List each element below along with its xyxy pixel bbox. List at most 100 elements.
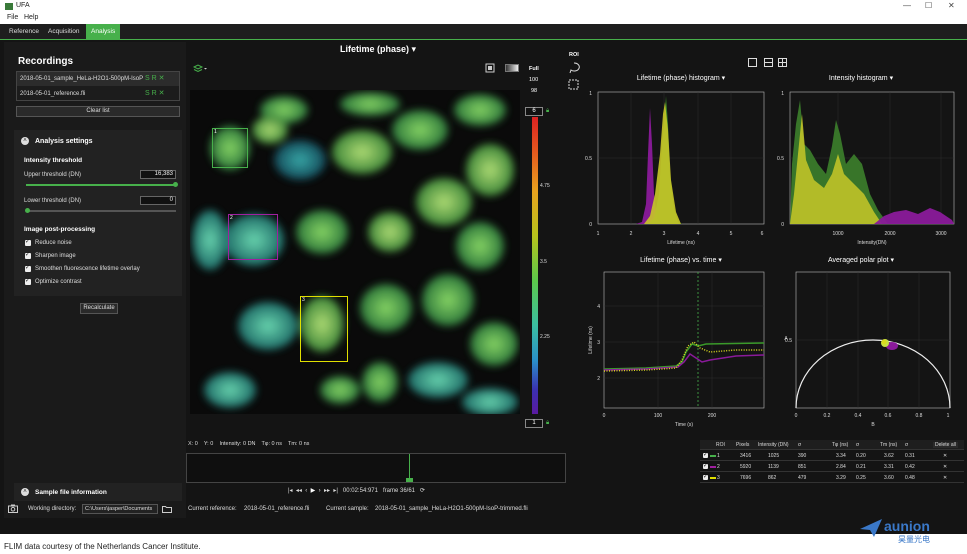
page-footer: FLIM data courtesy of the Netherlands Ca… <box>0 518 967 554</box>
readout-y: 0 <box>210 441 214 447</box>
table-header: ROI Pixels Intensity (DN) σ Tφ (ns) σ Tm… <box>700 440 964 450</box>
slider-handle[interactable] <box>173 182 178 187</box>
current-sample-label: Current sample: <box>326 506 369 512</box>
slider-handle[interactable] <box>25 208 30 213</box>
tab-analysis[interactable]: Analysis <box>86 24 121 40</box>
delete-roi-icon[interactable]: ✕ <box>943 453 947 459</box>
roi-tm-sigma: 0.48 <box>905 475 915 481</box>
roi-1-box[interactable]: 1 <box>212 128 248 168</box>
lock-icon[interactable]: 🔒︎ <box>546 108 549 115</box>
recording-actions[interactable]: S R ✕ <box>145 74 164 82</box>
minimize-button[interactable]: — <box>903 1 911 10</box>
lifetime-vs-time-title[interactable]: Lifetime (phase) vs. time ▾ <box>596 256 766 264</box>
roi-pixels: 3416 <box>740 453 752 459</box>
colorbar-max-input[interactable]: 6 <box>525 107 543 116</box>
rect-roi-icon[interactable] <box>568 79 580 91</box>
sample-info-title[interactable]: Sample file information <box>35 489 107 496</box>
roi-visible-checkbox[interactable] <box>703 473 708 480</box>
chevron-up-icon[interactable]: ˄ <box>21 137 29 145</box>
x-axis-label: Lifetime (ns) <box>667 240 695 246</box>
sharpen-image-checkbox[interactable] <box>25 251 31 259</box>
menu-help[interactable]: Help <box>24 14 38 21</box>
roi-2-box[interactable]: 2 <box>228 214 278 260</box>
step-back-icon[interactable]: ‹ <box>305 488 307 494</box>
timeline-handle[interactable] <box>406 478 413 482</box>
working-dir-field[interactable]: C:\Users\jasper\Documents <box>82 504 158 514</box>
roi-pixels: 7696 <box>740 475 752 481</box>
roi-tm-sigma: 0.31 <box>905 453 915 459</box>
list-item[interactable]: 2018-05-01_sample_HeLa-H2O1-500pM-IsoP S… <box>17 72 179 86</box>
loop-icon[interactable]: ⟳ <box>420 488 425 494</box>
rewind-icon[interactable]: ◂◂ <box>296 488 302 494</box>
table-row[interactable]: 3 7696 862 479 3.29 0.25 3.60 0.48 ✕ <box>700 473 964 483</box>
single-layout-icon[interactable] <box>748 58 757 67</box>
optimize-contrast-checkbox[interactable] <box>25 277 31 285</box>
step-forward-icon[interactable]: › <box>319 488 321 494</box>
brand-name: aunion <box>884 518 930 534</box>
delete-all-button[interactable]: Delete all <box>933 442 958 448</box>
grid-layout-icon[interactable] <box>778 58 787 67</box>
table-row[interactable]: 1 3416 1025 390 3.34 0.20 3.62 0.31 ✕ <box>700 451 964 461</box>
list-item[interactable]: 2018-05-01_reference.fli S R ✕ <box>17 87 179 101</box>
upper-threshold-slider[interactable] <box>26 182 178 187</box>
lower-threshold-input[interactable]: 0 <box>140 196 176 205</box>
roi-color-swatch <box>710 455 716 457</box>
polar-plot-chart: 0.5 0 0.2 0.4 0.6 0.8 1 B A <box>784 271 951 428</box>
x-tick-label: 6 <box>761 231 764 237</box>
play-icon[interactable]: ▶ <box>311 488 316 494</box>
roi-id: 2 <box>717 464 720 470</box>
first-frame-icon[interactable]: |◂ <box>288 488 293 494</box>
roi-visible-checkbox[interactable] <box>703 462 708 469</box>
flim-image-view[interactable]: 1 2 3 <box>190 90 520 414</box>
analysis-settings-title[interactable]: Analysis settings <box>35 138 93 145</box>
colorbar-min-input[interactable]: 1 <box>525 419 543 428</box>
x-tick-label: 0.4 <box>855 413 862 419</box>
roi-tphi-sigma: 0.20 <box>856 453 866 459</box>
x-tick-label: 0.6 <box>885 413 892 419</box>
delete-roi-icon[interactable]: ✕ <box>943 464 947 470</box>
lasso-roi-icon[interactable] <box>568 62 580 74</box>
timeline-track[interactable] <box>186 453 566 483</box>
tab-acquisition[interactable]: Acquisition <box>43 24 84 40</box>
split-layout-icon[interactable] <box>764 58 773 67</box>
roi-visible-checkbox[interactable] <box>703 451 708 458</box>
lower-threshold-label: Lower threshold (DN) <box>24 198 82 204</box>
playback-time: 00:02:54:971 <box>342 488 378 494</box>
smoothen-overlay-checkbox[interactable] <box>25 264 31 272</box>
column-header: ROI <box>716 442 725 448</box>
reduce-noise-checkbox[interactable] <box>25 238 31 246</box>
fit-screen-icon[interactable] <box>485 63 495 73</box>
tab-reference[interactable]: Reference <box>4 24 44 40</box>
clear-list-button[interactable]: Clear list <box>16 106 180 117</box>
roi-pixels: 5920 <box>740 464 752 470</box>
layers-icon[interactable] <box>193 64 207 73</box>
column-header: Pixels <box>736 442 750 448</box>
delete-roi-icon[interactable]: ✕ <box>943 475 947 481</box>
camera-icon[interactable] <box>8 504 18 513</box>
polar-plot-title[interactable]: Averaged polar plot ▾ <box>776 256 946 264</box>
folder-icon[interactable] <box>162 505 172 513</box>
recording-actions[interactable]: S R ✕ <box>145 89 164 97</box>
lifetime-histogram-title[interactable]: Lifetime (phase) histogram ▾ <box>596 74 766 82</box>
last-frame-icon[interactable]: ▸| <box>333 488 338 494</box>
roi-intensity-sigma: 479 <box>798 475 807 481</box>
lower-threshold-slider[interactable] <box>25 208 176 213</box>
recalculate-button[interactable]: Recalculate <box>80 303 118 314</box>
readout-intensity: 0 <box>242 441 247 447</box>
title-bar: UFA — ☐ ✕ <box>0 0 967 13</box>
contrast-gradient-icon[interactable] <box>505 64 519 72</box>
menu-file[interactable]: File <box>7 14 18 21</box>
roi-3-box[interactable]: 3 <box>300 296 348 362</box>
lock-icon[interactable]: 🔒︎ <box>546 420 549 427</box>
upper-threshold-label: Upper threshold (DN) <box>24 172 82 178</box>
chevron-up-icon[interactable]: ˄ <box>21 488 29 496</box>
table-row[interactable]: 2 5920 1139 851 2.84 0.21 3.31 0.42 ✕ <box>700 462 964 472</box>
upper-threshold-input[interactable]: 16,383 <box>140 170 176 179</box>
close-button[interactable]: ✕ <box>948 1 955 10</box>
fast-forward-icon[interactable]: ▸▸ <box>324 488 330 494</box>
maximize-button[interactable]: ☐ <box>925 1 932 10</box>
lifetime-view-title[interactable]: Lifetime (phase) ▾ <box>188 44 568 55</box>
intensity-histogram-title[interactable]: Intensity histogram ▾ <box>776 74 946 82</box>
x-tick-label: 0.8 <box>916 413 923 419</box>
current-reference-label: Current reference: <box>188 506 237 512</box>
